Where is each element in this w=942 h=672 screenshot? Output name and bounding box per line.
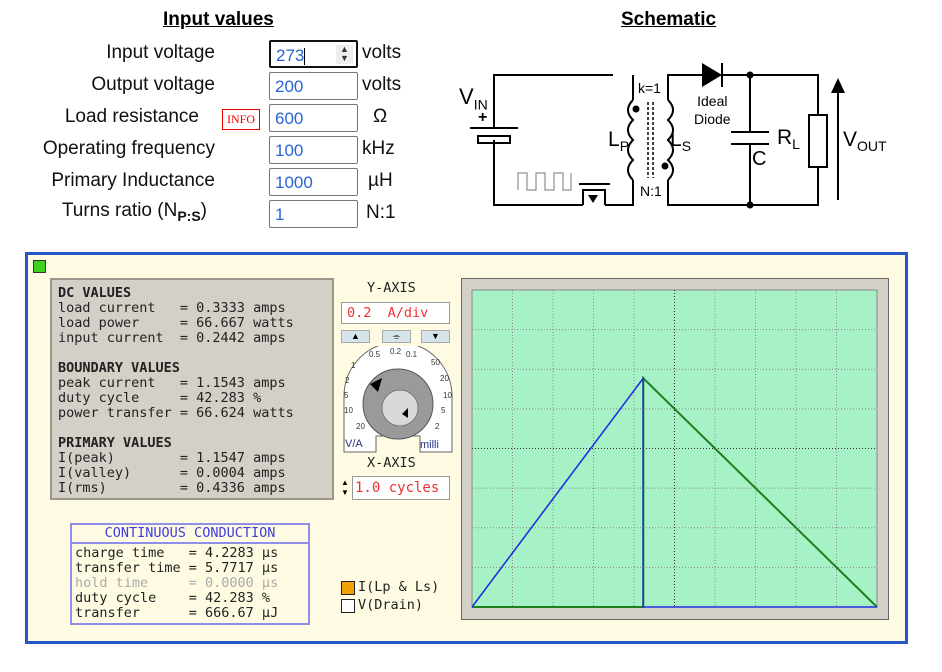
legend-current-checkbox[interactable]	[341, 581, 355, 595]
dc-values-title: DC VALUES	[58, 285, 132, 301]
diode-label: Ideal Diode	[694, 93, 731, 127]
power-transfer-line: power transfer = 66.624 watts	[58, 405, 294, 421]
cc-duty-cycle-line: duty cycle = 42.283 %	[75, 590, 271, 606]
conduction-box: CONTINUOUS CONDUCTION charge time = 4.228…	[70, 523, 310, 625]
legend-current-label: I(Lp & Ls)	[358, 579, 440, 595]
input-current-line: input current = 0.2442 amps	[58, 330, 286, 346]
legend-drain-label: V(Drain)	[358, 597, 424, 613]
boundary-values-title: BOUNDARY VALUES	[58, 360, 180, 376]
y-scale-display: 0.2 A/div	[341, 302, 450, 324]
rl-label: RL	[777, 126, 800, 153]
turns-label: N:1	[640, 183, 662, 199]
transfer-energy-line: transfer = 666.67 µJ	[75, 605, 279, 621]
charge-time-line: charge time = 4.2283 µs	[75, 545, 279, 561]
run-indicator[interactable]	[33, 260, 46, 273]
ipeak-line: I(peak) = 1.1547 amps	[58, 450, 286, 466]
conduction-title: CONTINUOUS CONDUCTION	[72, 525, 308, 544]
duty-cycle-line: duty cycle = 42.283 %	[58, 390, 262, 406]
ivalley-line: I(valley) = 0.0004 amps	[58, 465, 286, 481]
primary-values-title: PRIMARY VALUES	[58, 435, 172, 451]
irms-line: I(rms) = 0.4336 amps	[58, 480, 286, 496]
x-spinner-icon[interactable]: ▲ ▼	[341, 476, 351, 500]
load-current-line: load current = 0.3333 amps	[58, 300, 286, 316]
vout-label: VOUT	[843, 128, 887, 155]
ls-label: LS	[670, 128, 692, 155]
transfer-time-line: transfer time = 5.7717 µs	[75, 560, 279, 576]
knob-labels: 0.5 0.2 0.1 1 2 5 10 20 50 20 10 5 2 V/A…	[344, 347, 452, 451]
hold-time-line: hold time = 0.0000 µs	[75, 575, 279, 591]
capacitor-label: C	[752, 148, 767, 170]
values-panel: DC VALUES load current = 0.3333 amps loa…	[50, 278, 334, 500]
peak-current-line: peak current = 1.1543 amps	[58, 375, 286, 391]
x-axis-title: X-AXIS	[367, 455, 416, 471]
coupling-label: k=1	[638, 80, 661, 96]
load-power-line: load power = 66.667 watts	[58, 315, 294, 331]
lp-label: LP	[608, 128, 630, 155]
oscilloscope	[461, 278, 889, 620]
plus-sign: +	[478, 109, 488, 126]
x-scale-display[interactable]: 1.0 cycles	[352, 476, 450, 500]
flyback-schematic	[470, 63, 845, 209]
y-down-button[interactable]: ▼	[421, 330, 450, 343]
y-axis-title: Y-AXIS	[367, 280, 416, 296]
y-reset-button[interactable]: ⌯	[382, 330, 411, 343]
legend-drain-checkbox[interactable]	[341, 599, 355, 613]
y-up-button[interactable]: ▲	[341, 330, 370, 343]
